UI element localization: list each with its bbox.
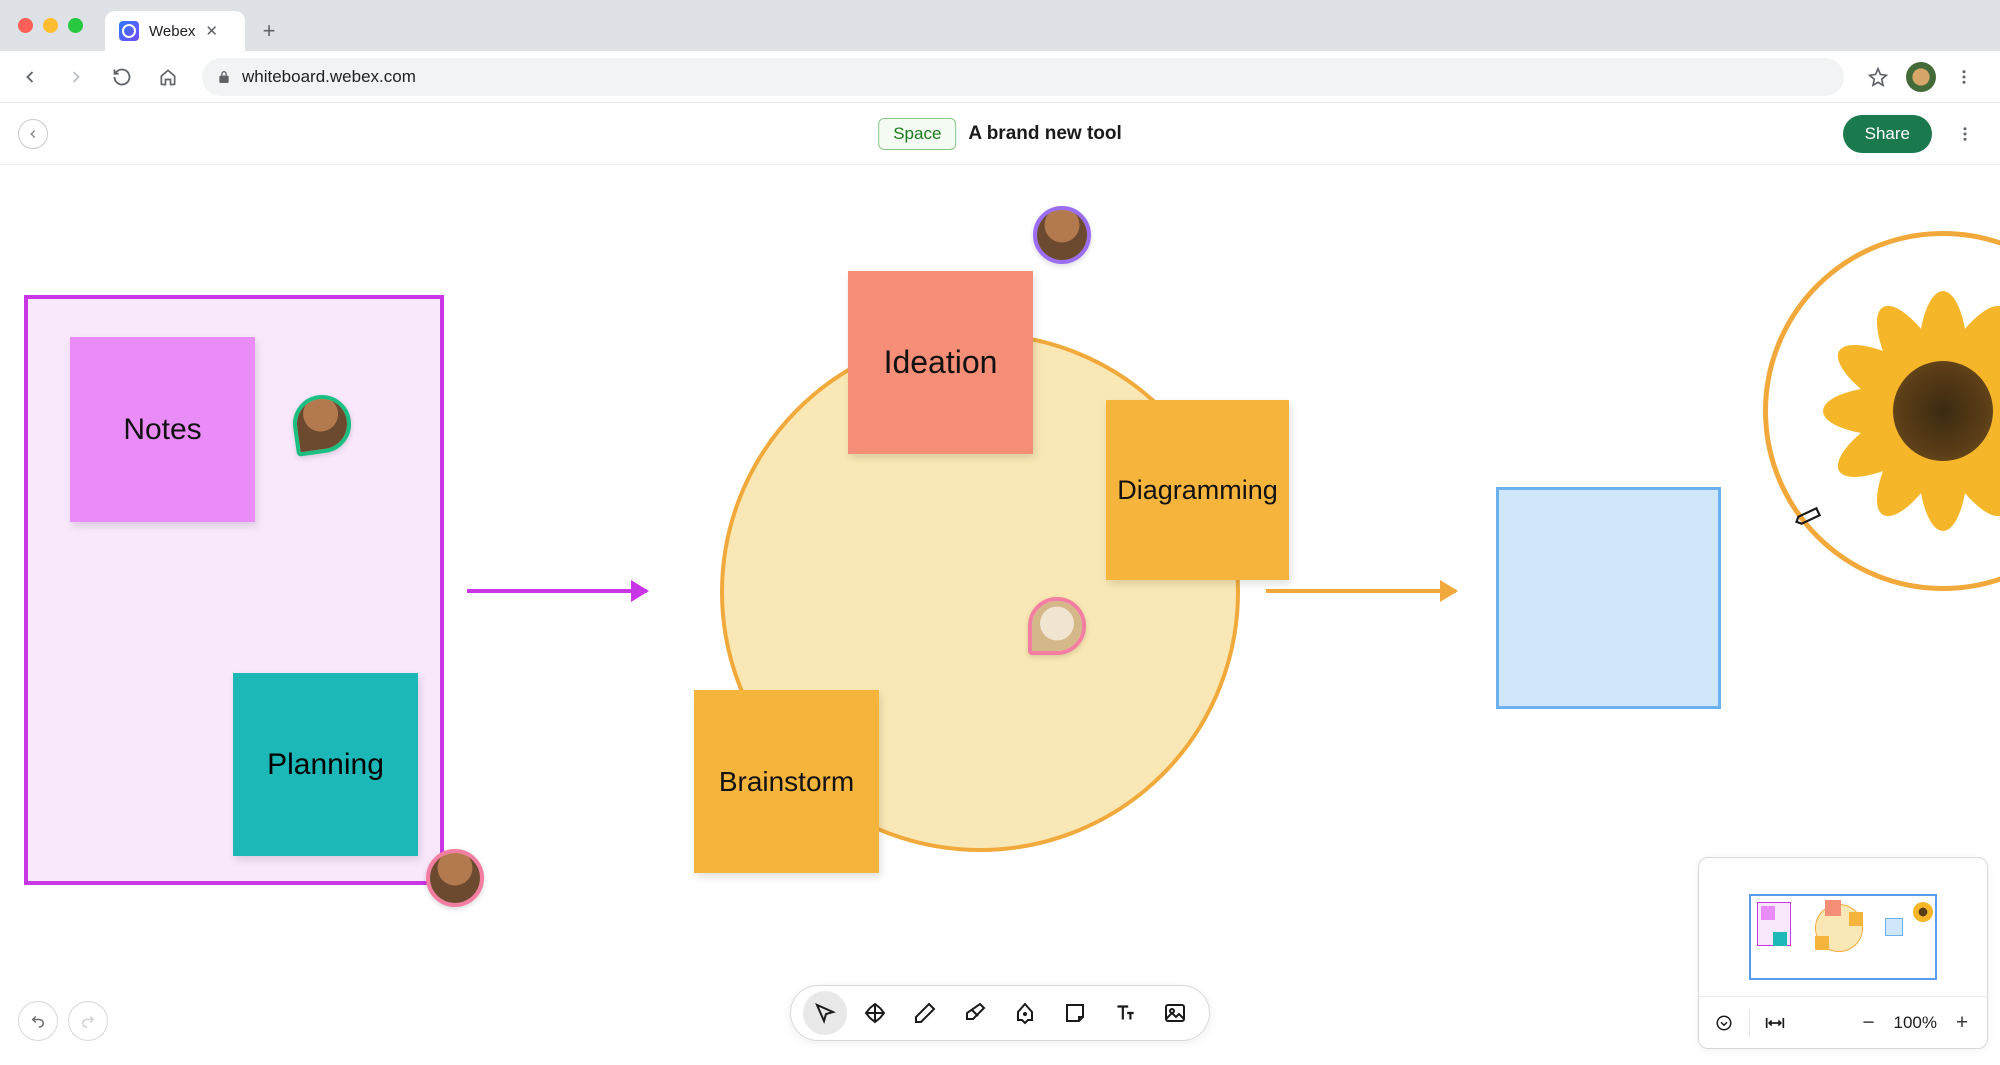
browser-tab-active[interactable]: Webex ✕	[105, 11, 245, 51]
webex-favicon-icon	[119, 21, 139, 41]
app-header: Space A brand new tool Share	[0, 103, 2000, 165]
sticky-label: Brainstorm	[719, 766, 854, 798]
address-bar[interactable]: whiteboard.webex.com	[202, 58, 1844, 96]
reload-button[interactable]	[102, 57, 142, 97]
close-tab-icon[interactable]: ✕	[205, 22, 218, 40]
zoom-level[interactable]: 100%	[1894, 1013, 1937, 1033]
divider	[1749, 1009, 1750, 1037]
profile-avatar[interactable]	[1906, 62, 1936, 92]
zoom-out-button[interactable]: −	[1854, 1008, 1884, 1038]
text-tool[interactable]	[1103, 991, 1147, 1035]
browser-menu-button[interactable]	[1944, 57, 1984, 97]
board-title[interactable]: A brand new tool	[968, 123, 1121, 145]
sticky-note-tool[interactable]	[1053, 991, 1097, 1035]
space-badge[interactable]: Space	[878, 118, 956, 150]
minimap-shape	[1825, 900, 1841, 916]
sticky-label: Notes	[123, 413, 201, 447]
sticky-note-ideation[interactable]: Ideation	[848, 271, 1033, 454]
minimap-shape	[1761, 906, 1775, 920]
undo-redo-controls	[18, 1001, 108, 1041]
collaborator-cursor-dog	[1028, 597, 1086, 655]
undo-button[interactable]	[18, 1001, 58, 1041]
sticky-label: Ideation	[884, 344, 998, 381]
arrow-connector-purple[interactable]	[467, 589, 647, 593]
minimap-shape	[1773, 932, 1787, 946]
pen-tool[interactable]	[903, 991, 947, 1035]
sticky-note-brainstorm[interactable]: Brainstorm	[694, 690, 879, 873]
zoom-controls: − 100% +	[1699, 996, 1987, 1048]
back-button[interactable]	[18, 119, 48, 149]
share-button[interactable]: Share	[1843, 115, 1932, 153]
minimap[interactable]	[1699, 858, 1987, 996]
image-tool[interactable]	[1153, 991, 1197, 1035]
arrow-connector-orange[interactable]	[1266, 589, 1456, 593]
window-maximize-button[interactable]	[68, 18, 83, 33]
redo-button[interactable]	[68, 1001, 108, 1041]
collaborator-cursor-pink	[426, 849, 484, 907]
image-circle-sunflower[interactable]	[1763, 231, 2000, 591]
browser-tab-strip: Webex ✕ +	[0, 0, 2000, 51]
window-minimize-button[interactable]	[43, 18, 58, 33]
sticky-note-notes[interactable]: Notes	[70, 337, 255, 522]
zoom-menu-button[interactable]	[1709, 1008, 1739, 1038]
eraser-tool[interactable]	[953, 991, 997, 1035]
home-button[interactable]	[148, 57, 188, 97]
window-close-button[interactable]	[18, 18, 33, 33]
minimap-shape	[1849, 912, 1863, 926]
sticky-note-diagramming[interactable]: Diagramming	[1106, 400, 1289, 580]
minimap-shape	[1913, 902, 1933, 922]
nav-forward-button[interactable]	[56, 57, 96, 97]
shape-tool[interactable]	[1003, 991, 1047, 1035]
zoom-in-button[interactable]: +	[1947, 1008, 1977, 1038]
bookmark-button[interactable]	[1858, 57, 1898, 97]
rectangle-shape-blue[interactable]	[1496, 487, 1721, 709]
url-text: whiteboard.webex.com	[242, 67, 416, 87]
minimap-panel: − 100% +	[1698, 857, 1988, 1049]
fit-width-button[interactable]	[1760, 1008, 1790, 1038]
minimap-shape	[1815, 936, 1829, 950]
sunflower-image	[1823, 291, 2000, 531]
tab-title: Webex	[149, 23, 195, 40]
sticky-note-planning[interactable]: Planning	[233, 673, 418, 856]
minimap-shape	[1885, 918, 1903, 936]
window-controls	[18, 18, 83, 33]
more-menu-button[interactable]	[1948, 117, 1982, 151]
collaborator-cursor-purple	[1033, 206, 1091, 264]
select-tool[interactable]	[803, 991, 847, 1035]
browser-toolbar: whiteboard.webex.com	[0, 51, 2000, 103]
lock-icon	[216, 69, 232, 85]
pan-tool[interactable]	[853, 991, 897, 1035]
sticky-label: Diagramming	[1117, 475, 1278, 506]
whiteboard-canvas[interactable]: Notes Planning Ideation Diagramming Brai…	[0, 165, 2000, 1065]
sticky-label: Planning	[267, 748, 384, 782]
nav-back-button[interactable]	[10, 57, 50, 97]
tool-toolbar	[790, 985, 1210, 1041]
new-tab-button[interactable]: +	[251, 13, 287, 49]
